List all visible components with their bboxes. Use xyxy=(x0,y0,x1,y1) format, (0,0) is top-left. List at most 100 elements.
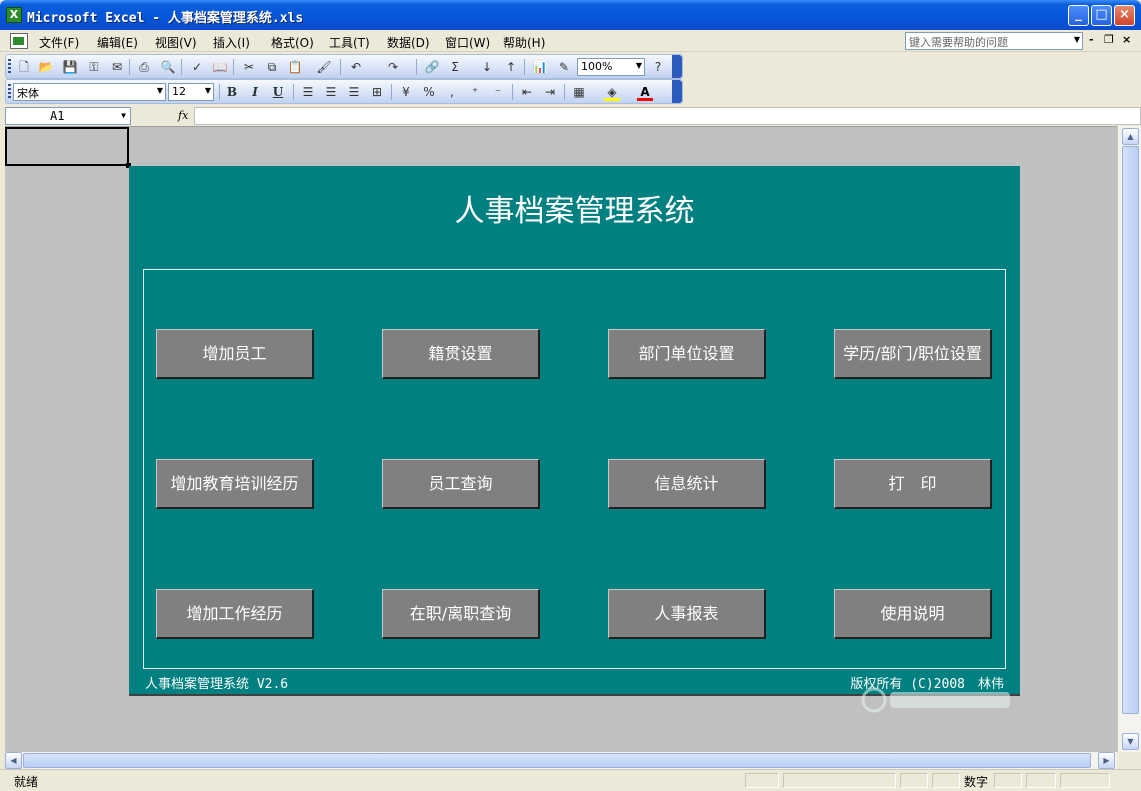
sort-descending-icon[interactable]: ↑ xyxy=(503,59,519,75)
copy-icon[interactable]: ⧉ xyxy=(264,59,280,75)
doc-restore-button[interactable]: ❐ xyxy=(1104,33,1114,46)
excel-icon[interactable]: X xyxy=(6,7,22,23)
open-icon[interactable]: 📂 xyxy=(38,59,54,75)
fx-icon[interactable]: fx xyxy=(178,109,188,122)
workbook-icon[interactable] xyxy=(10,33,28,49)
menu-file[interactable]: 文件(F) xyxy=(39,34,79,51)
horizontal-scrollbar[interactable]: ◀ ▶ xyxy=(5,752,1117,769)
separator xyxy=(181,59,182,75)
add-education-training-button[interactable]: 增加教育培训经历 xyxy=(156,459,314,509)
print-preview-icon[interactable]: 🔍 xyxy=(160,59,176,75)
add-work-experience-button[interactable]: 增加工作经历 xyxy=(156,589,314,639)
version-label: 人事档案管理系统 V2.6 xyxy=(145,677,289,692)
font-name-select[interactable]: 宋体 ▼ xyxy=(13,83,166,101)
chevron-down-icon[interactable]: ▼ xyxy=(1074,35,1080,44)
merge-center-icon[interactable]: ⊞ xyxy=(369,84,385,100)
vertical-scrollbar[interactable]: ▲ ▼ xyxy=(1117,126,1141,752)
align-right-icon[interactable]: ☰ xyxy=(346,84,362,100)
undo-icon[interactable]: ↶ xyxy=(348,59,364,75)
percent-icon[interactable]: % xyxy=(421,84,437,100)
menu-help[interactable]: 帮助(H) xyxy=(503,34,545,51)
print-button[interactable]: 打 印 xyxy=(834,459,992,509)
vertical-scroll-thumb[interactable] xyxy=(1122,146,1139,714)
underline-button[interactable]: U xyxy=(270,84,286,100)
align-center-icon[interactable]: ☰ xyxy=(323,84,339,100)
bold-button[interactable]: B xyxy=(224,84,240,100)
currency-icon[interactable]: ¥ xyxy=(398,84,414,100)
add-employee-button[interactable]: 增加员工 xyxy=(156,329,314,379)
chevron-down-icon[interactable]: ▼ xyxy=(205,86,211,95)
toolbar-options-button[interactable] xyxy=(672,80,682,103)
doc-close-button[interactable]: × xyxy=(1122,33,1131,46)
employee-query-button[interactable]: 员工查询 xyxy=(382,459,540,509)
horizontal-scroll-thumb[interactable] xyxy=(23,753,1091,768)
increase-indent-icon[interactable]: ⇥ xyxy=(542,84,558,100)
chart-wizard-icon[interactable]: 📊 xyxy=(532,59,548,75)
formula-input[interactable] xyxy=(194,107,1141,125)
menu-format[interactable]: 格式(O) xyxy=(271,34,314,51)
chevron-down-icon[interactable]: ▼ xyxy=(121,111,126,120)
hyperlink-icon[interactable]: 🔗 xyxy=(424,59,440,75)
new-icon[interactable]: 🗋 xyxy=(16,59,32,75)
cell-reference: A1 xyxy=(50,109,65,123)
fill-color-swatch xyxy=(604,98,620,101)
cut-icon[interactable]: ✂ xyxy=(241,59,257,75)
help-question-input[interactable]: 键入需要帮助的问题 ▼ xyxy=(905,32,1083,50)
spelling-icon[interactable]: ✓ xyxy=(189,59,205,75)
user-guide-button[interactable]: 使用说明 xyxy=(834,589,992,639)
chevron-down-icon[interactable]: ▼ xyxy=(636,61,642,70)
chevron-down-icon[interactable]: ▼ xyxy=(157,86,163,95)
maximize-button[interactable]: □ xyxy=(1091,5,1112,26)
help-icon[interactable]: ? xyxy=(650,59,666,75)
menu-data[interactable]: 数据(D) xyxy=(387,34,430,51)
italic-button[interactable]: I xyxy=(247,84,263,100)
hr-report-button[interactable]: 人事报表 xyxy=(608,589,766,639)
align-left-icon[interactable]: ☰ xyxy=(300,84,316,100)
drawing-icon[interactable]: ✎ xyxy=(556,59,572,75)
minimize-button[interactable]: _ xyxy=(1068,5,1089,26)
department-settings-button[interactable]: 部门单位设置 xyxy=(608,329,766,379)
employment-status-query-button[interactable]: 在职/离职查询 xyxy=(382,589,540,639)
email-icon[interactable]: ✉ xyxy=(109,59,125,75)
status-ready: 就绪 xyxy=(14,775,39,789)
scroll-up-icon[interactable]: ▲ xyxy=(1122,128,1139,145)
close-button[interactable]: × xyxy=(1114,5,1135,26)
education-position-settings-button[interactable]: 学历/部门/职位设置 xyxy=(834,329,992,379)
save-icon[interactable]: 💾 xyxy=(62,59,78,75)
menu-edit[interactable]: 编辑(E) xyxy=(97,34,138,51)
menu-window[interactable]: 窗口(W) xyxy=(445,34,490,51)
borders-icon[interactable]: ▦ xyxy=(571,84,587,100)
decrease-indent-icon[interactable]: ⇤ xyxy=(519,84,535,100)
worksheet-area[interactable]: 人事档案管理系统 增加员工 籍贯设置 部门单位设置 学历/部门/职位设置 增加教… xyxy=(5,126,1117,752)
format-painter-icon[interactable]: 🖌 xyxy=(316,59,332,75)
menu-insert[interactable]: 插入(I) xyxy=(213,34,250,51)
scroll-left-icon[interactable]: ◀ xyxy=(5,752,22,769)
formula-bar: A1 ▼ fx xyxy=(0,106,1141,126)
scroll-right-icon[interactable]: ▶ xyxy=(1098,752,1115,769)
title-bar[interactable]: X Microsoft Excel - 人事档案管理系统.xls _ □ × xyxy=(0,0,1141,30)
comma-style-icon[interactable]: , xyxy=(444,84,460,100)
active-cell[interactable] xyxy=(5,127,129,166)
sort-ascending-icon[interactable]: ↓ xyxy=(479,59,495,75)
redo-icon[interactable]: ↷ xyxy=(385,59,401,75)
increase-decimal-icon[interactable]: ⁺ xyxy=(467,84,483,100)
statistics-button[interactable]: 信息统计 xyxy=(608,459,766,509)
standard-toolbar: 🗋 📂 💾 ⚿ ✉ ⎙ 🔍 ✓ 📖 ✂ ⧉ 📋 🖌 ↶ ↷ 🔗 Σ ↓ ↑ 📊 … xyxy=(5,54,683,79)
print-icon[interactable]: ⎙ xyxy=(136,59,152,75)
font-size-select[interactable]: 12 ▼ xyxy=(168,83,214,101)
menu-view[interactable]: 视图(V) xyxy=(155,34,197,51)
research-icon[interactable]: 📖 xyxy=(212,59,228,75)
paste-icon[interactable]: 📋 xyxy=(287,59,303,75)
permission-icon[interactable]: ⚿ xyxy=(86,59,102,75)
name-box[interactable]: A1 ▼ xyxy=(5,107,131,125)
decrease-decimal-icon[interactable]: ⁻ xyxy=(490,84,506,100)
toolbar-options-button[interactable] xyxy=(672,55,682,78)
scroll-down-icon[interactable]: ▼ xyxy=(1122,733,1139,750)
doc-minimize-button[interactable]: - xyxy=(1089,33,1094,46)
font-color-swatch xyxy=(637,98,653,101)
hometown-settings-button[interactable]: 籍贯设置 xyxy=(382,329,540,379)
autosum-icon[interactable]: Σ xyxy=(447,59,463,75)
status-num-lock: 数字 xyxy=(964,775,989,789)
menu-tools[interactable]: 工具(T) xyxy=(329,34,370,51)
zoom-select[interactable]: 100% ▼ xyxy=(577,58,645,76)
